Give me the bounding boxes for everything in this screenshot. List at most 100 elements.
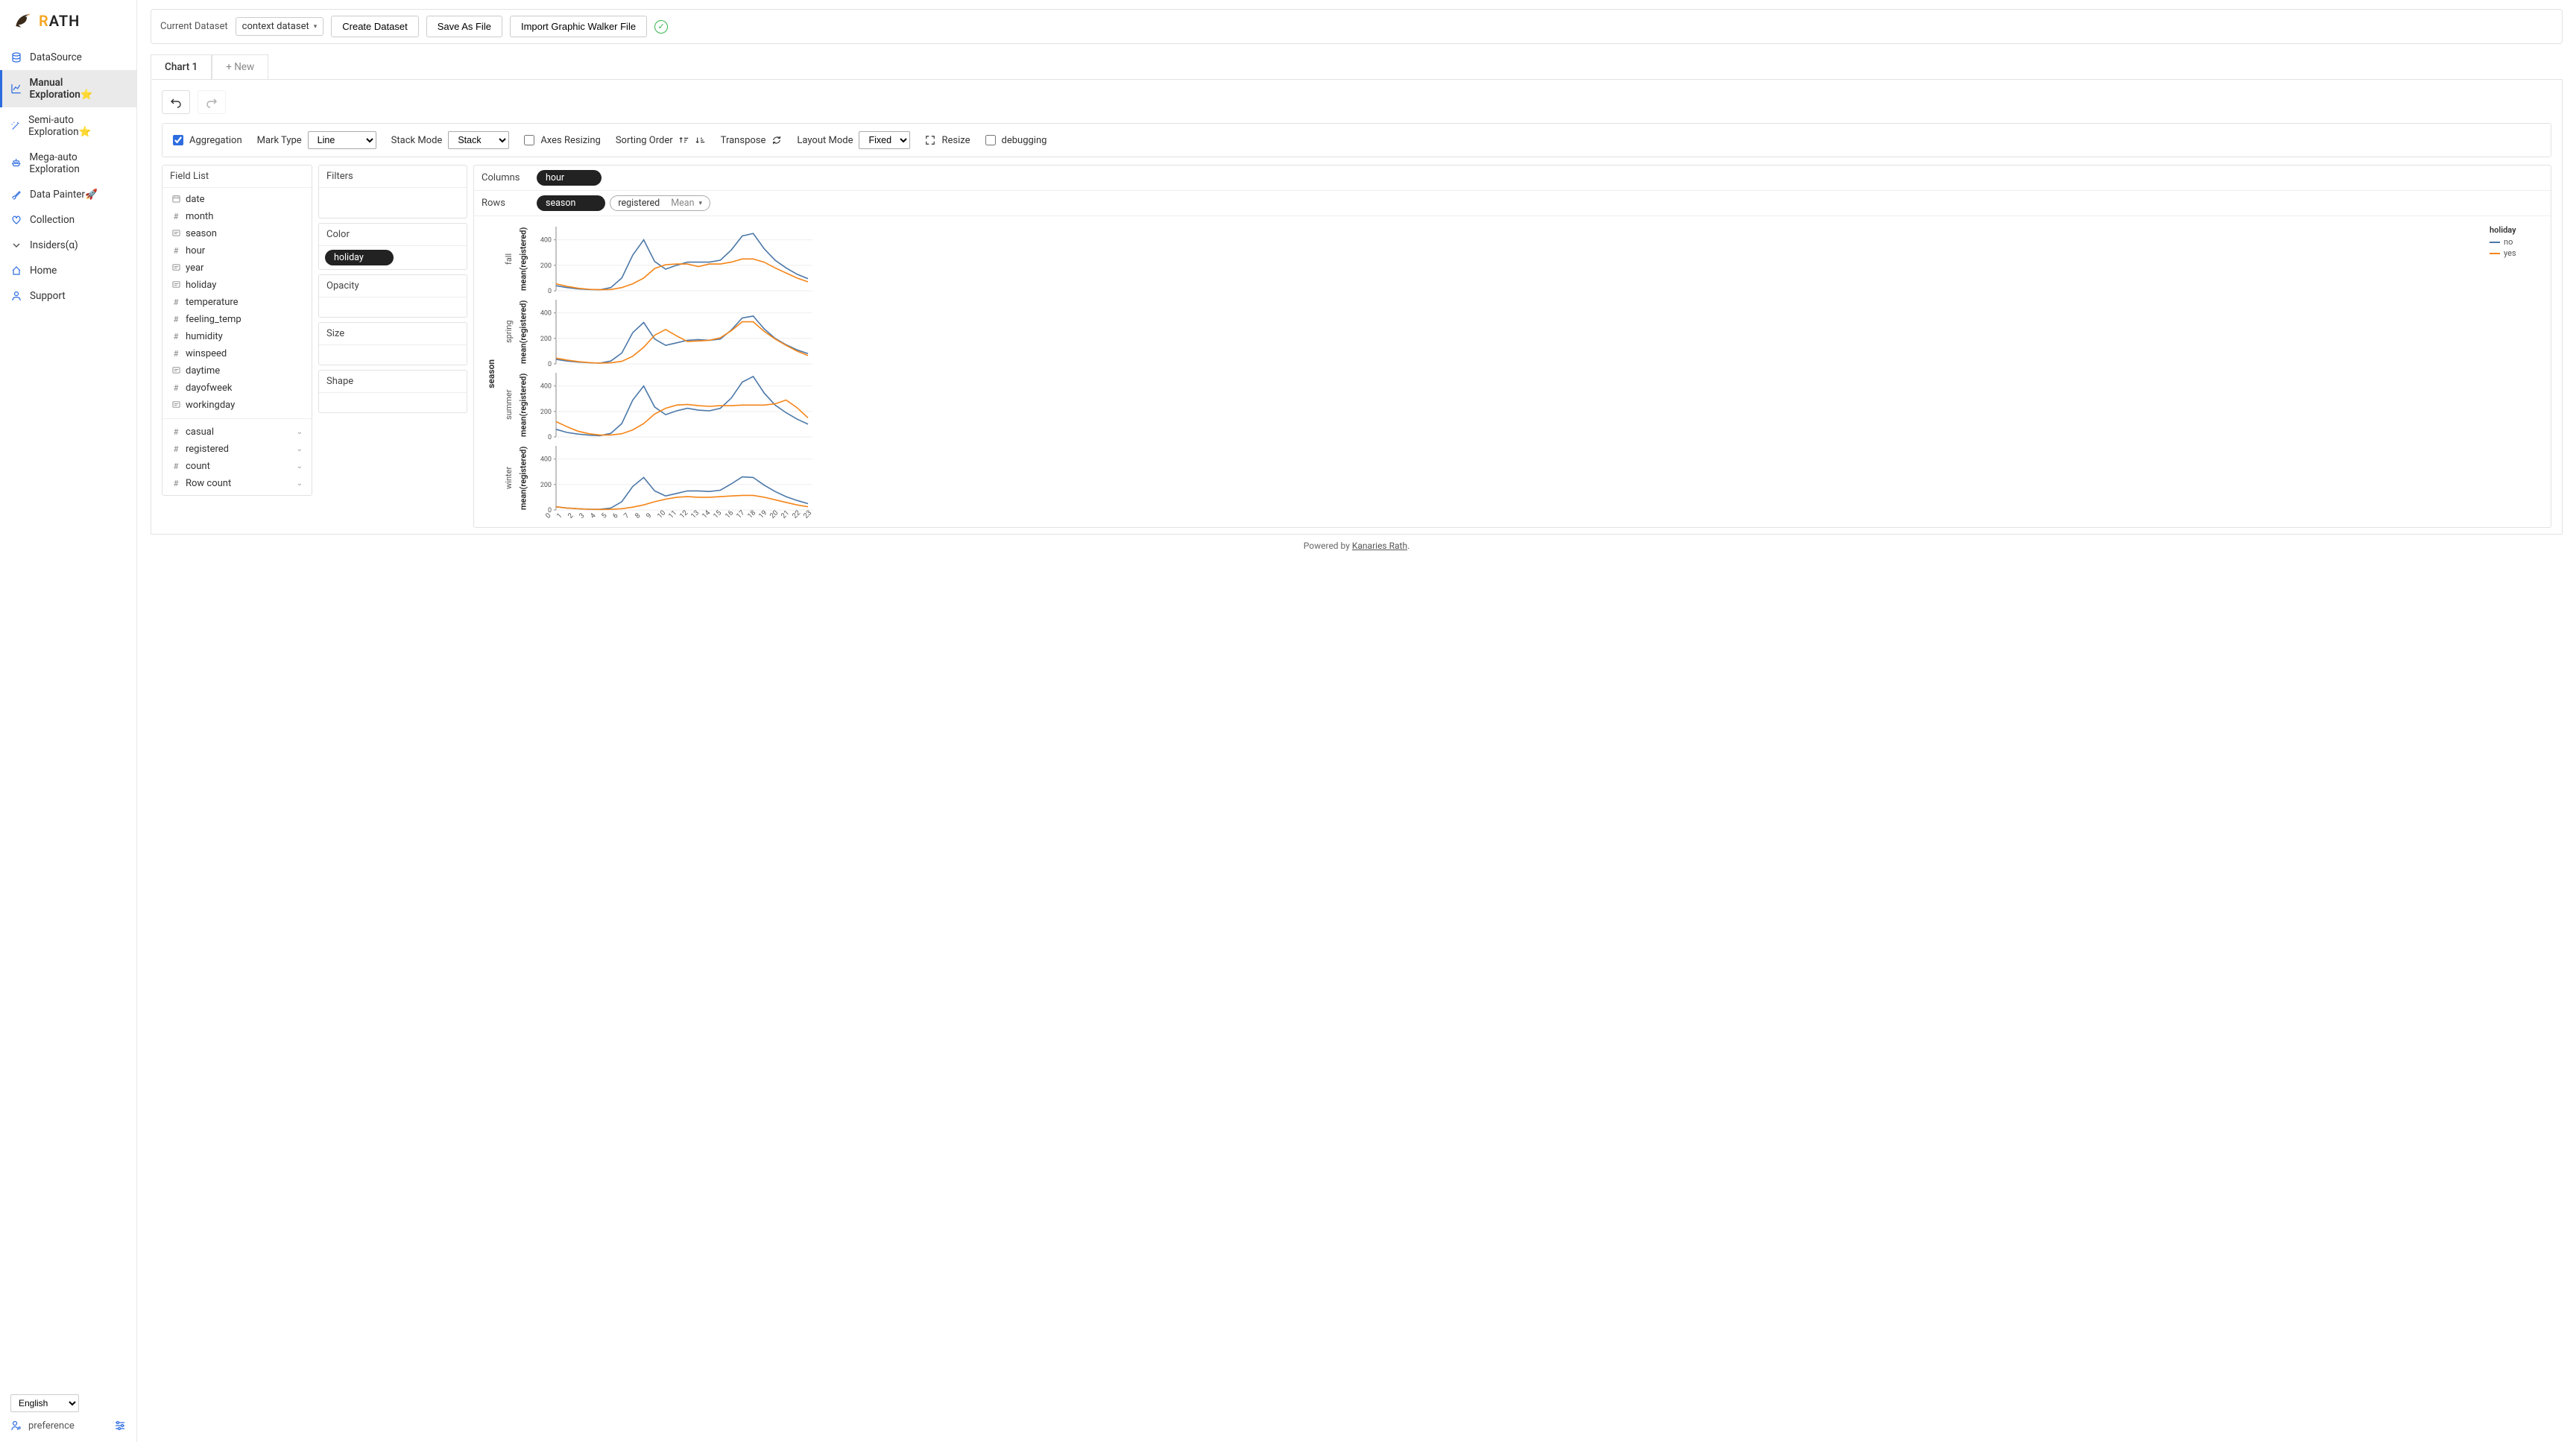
expand-icon	[925, 135, 935, 145]
field-list-header: Field List	[162, 166, 312, 188]
current-dataset-label: Current Dataset	[160, 21, 228, 32]
sidebar-item-home[interactable]: Home	[0, 258, 136, 283]
chevron-down-icon: ▾	[699, 200, 703, 207]
footer-link[interactable]: Kanaries Rath	[1352, 541, 1407, 551]
field-row-count[interactable]: #Row count⌄	[162, 475, 312, 492]
field-label: hour	[186, 245, 205, 256]
aggregation-toggle[interactable]: Aggregation	[173, 135, 242, 146]
axes-resizing-toggle[interactable]: Axes Resizing	[524, 135, 601, 146]
layout-mode-select[interactable]: Fixed	[859, 131, 910, 149]
tab-new[interactable]: + New	[212, 54, 268, 79]
home-icon	[10, 265, 22, 277]
sidebar-item-mega-auto-exploration[interactable]: Mega-auto Exploration	[0, 145, 136, 182]
import-walker-button[interactable]: Import Graphic Walker File	[510, 16, 647, 37]
resize-button[interactable]: Resize	[925, 135, 970, 146]
field-dayofweek[interactable]: #dayofweek	[162, 380, 312, 397]
field-count[interactable]: #count⌄	[162, 458, 312, 475]
line-chart: 0200400	[529, 224, 812, 294]
color-drop[interactable]: holiday	[319, 246, 467, 269]
sort-desc-icon[interactable]	[695, 135, 706, 145]
current-dataset-select[interactable]: context dataset▾	[236, 17, 324, 36]
field-feeling_temp[interactable]: #feeling_temp	[162, 311, 312, 328]
stack-mode-select[interactable]: Stack	[448, 131, 509, 149]
field-hour[interactable]: #hour	[162, 242, 312, 259]
field-holiday[interactable]: holiday	[162, 277, 312, 294]
wand-icon	[10, 120, 21, 132]
tab-chart-1[interactable]: Chart 1	[151, 54, 212, 79]
save-as-file-button[interactable]: Save As File	[426, 16, 502, 37]
debugging-toggle[interactable]: debugging	[985, 135, 1047, 146]
sidebar-item-label: Home	[30, 265, 57, 277]
columns-pill-hour[interactable]: hour	[537, 170, 602, 186]
field-registered[interactable]: #registered⌄	[162, 441, 312, 458]
field-temperature[interactable]: #temperature	[162, 294, 312, 311]
columns-shelf[interactable]: hour	[537, 170, 602, 186]
rows-shelf[interactable]: season registered Mean▾	[537, 195, 710, 211]
encodings-panel: Filters Colorholiday Opacity Size Shape	[318, 165, 467, 413]
opacity-header: Opacity	[319, 275, 467, 297]
field-month[interactable]: #month	[162, 208, 312, 225]
sidebar-item-collection[interactable]: Collection	[0, 207, 136, 233]
logo: RATH	[0, 0, 136, 42]
preference-label: preference	[28, 1420, 75, 1432]
field-label: count	[186, 461, 210, 472]
facet-label: fall	[504, 224, 517, 294]
debugging-checkbox[interactable]	[985, 135, 996, 145]
filters-drop[interactable]	[319, 188, 467, 218]
svg-text:200: 200	[540, 262, 552, 270]
workarea: Aggregation Mark TypeLine Stack ModeStac…	[151, 79, 2563, 535]
color-pill[interactable]: holiday	[325, 250, 394, 265]
rows-pill-registered[interactable]: registered Mean▾	[610, 195, 710, 211]
field-casual[interactable]: #casual⌄	[162, 424, 312, 441]
sidebar-item-insiders[interactable]: Insiders(α)	[0, 233, 136, 258]
field-label: season	[186, 228, 217, 239]
logo-bird-icon	[12, 10, 33, 31]
person-icon	[10, 290, 22, 302]
sidebar-item-data-painter[interactable]: Data Painter🚀	[0, 182, 136, 207]
field-year[interactable]: year	[162, 259, 312, 277]
redo-button[interactable]	[198, 90, 226, 114]
svg-text:400: 400	[540, 237, 552, 245]
create-dataset-button[interactable]: Create Dataset	[331, 16, 418, 37]
facet-fall: fallmean(registered)0200400	[504, 224, 2482, 294]
field-humidity[interactable]: #humidity	[162, 328, 312, 345]
field-label: temperature	[186, 297, 239, 308]
line-chart-icon	[10, 83, 22, 95]
undo-button[interactable]	[162, 90, 190, 114]
legend-item-yes: yes	[2490, 248, 2542, 258]
size-drop[interactable]	[319, 345, 467, 365]
sidebar-item-semi-auto-exploration[interactable]: Semi-auto Exploration⭐	[0, 107, 136, 145]
y-axis-label: mean(registered)	[517, 224, 529, 294]
axes-resizing-checkbox[interactable]	[524, 135, 534, 145]
rows-pill-season[interactable]: season	[537, 195, 605, 211]
field-season[interactable]: season	[162, 225, 312, 242]
chart-toolbar: Aggregation Mark TypeLine Stack ModeStac…	[162, 123, 2551, 157]
sort-asc-icon[interactable]	[679, 135, 689, 145]
sidebar-item-support[interactable]: Support	[0, 283, 136, 309]
preference-link[interactable]: preference	[10, 1420, 126, 1432]
field-workingday[interactable]: workingday	[162, 397, 312, 414]
mark-type-select[interactable]: Line	[308, 131, 376, 149]
field-daytime[interactable]: daytime	[162, 362, 312, 380]
line-chart: 0200400	[529, 443, 812, 513]
chevron-down-icon: ⌄	[297, 445, 303, 453]
columns-shelf-label: Columns	[482, 172, 526, 183]
field-winspeed[interactable]: #winspeed	[162, 345, 312, 362]
aggregation-checkbox[interactable]	[173, 135, 183, 145]
opacity-drop[interactable]	[319, 297, 467, 317]
language-select[interactable]: English	[10, 1394, 79, 1412]
shape-drop[interactable]	[319, 393, 467, 412]
svg-text:200: 200	[540, 409, 552, 416]
rows-shelf-label: Rows	[482, 198, 526, 209]
sliders-icon[interactable]	[114, 1420, 126, 1432]
person-gear-icon	[10, 1420, 22, 1432]
season-axis-label: season	[483, 359, 496, 388]
sidebar-item-datasource[interactable]: DataSource	[0, 45, 136, 70]
chevron-down-icon: ⌄	[297, 462, 303, 470]
robot-icon	[10, 157, 22, 169]
sidebar-item-manual-exploration[interactable]: Manual Exploration⭐	[0, 70, 136, 107]
field-list-panel: Field List date#month season #houryearholi…	[162, 165, 312, 496]
field-date[interactable]: date	[162, 191, 312, 208]
transpose-button[interactable]: Transpose	[721, 135, 783, 146]
svg-text:400: 400	[540, 310, 552, 318]
